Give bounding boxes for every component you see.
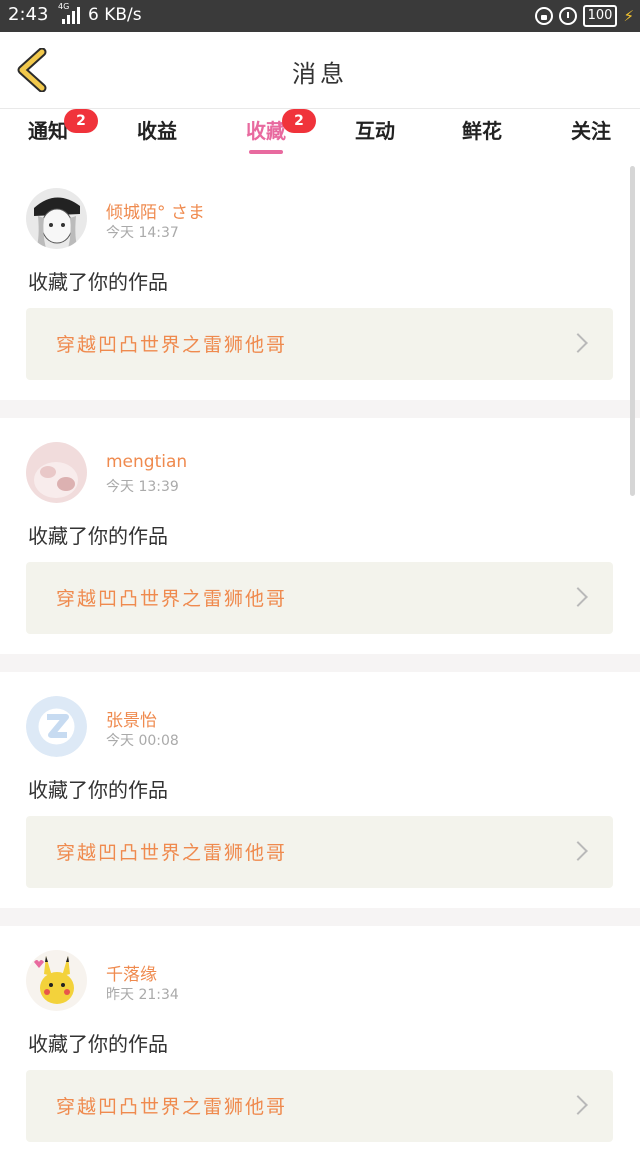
user-name[interactable]: mengtian — [106, 452, 187, 472]
user-name[interactable]: 千落缘 — [106, 960, 157, 985]
avatar[interactable] — [26, 188, 87, 249]
tab-label: 收益 — [137, 119, 177, 143]
action-text: 收藏了你的作品 — [28, 1032, 168, 1056]
signal-icon: 4G — [58, 2, 82, 28]
tab-notifications[interactable]: 通知 2 — [28, 109, 98, 144]
work-link[interactable]: 穿越凹凸世界之雷狮他哥 — [26, 562, 613, 634]
network-speed: 6 KB/s — [88, 5, 142, 25]
unread-badge: 2 — [64, 109, 98, 133]
user-name[interactable]: 张景怡 — [106, 706, 157, 731]
avatar[interactable] — [26, 950, 87, 1011]
alarm-icon — [558, 7, 577, 25]
timestamp: 今天 00:08 — [106, 733, 179, 749]
chevron-right-icon — [568, 1095, 588, 1115]
action-text: 收藏了你的作品 — [28, 524, 168, 548]
work-title: 穿越凹凸世界之雷狮他哥 — [56, 588, 288, 610]
active-tab-indicator — [249, 150, 283, 154]
avatar[interactable] — [26, 696, 87, 757]
app-header: 消息 — [0, 32, 640, 109]
timestamp: 昨天 21:34 — [106, 987, 179, 1003]
work-title: 穿越凹凸世界之雷狮他哥 — [56, 1096, 288, 1118]
avatar[interactable] — [26, 442, 87, 503]
timestamp: 今天 13:39 — [106, 479, 179, 495]
work-title: 穿越凹凸世界之雷狮他哥 — [56, 842, 288, 864]
action-text: 收藏了你的作品 — [28, 270, 168, 294]
tab-bar: 通知 2 收益 收藏 2 互动 鲜花 关注 — [0, 109, 640, 164]
tab-label: 关注 — [571, 119, 611, 143]
work-link[interactable]: 穿越凹凸世界之雷狮他哥 — [26, 1070, 613, 1142]
tab-follows[interactable]: 关注 — [571, 115, 611, 144]
list-item[interactable]: 千落缘 昨天 21:34 收藏了你的作品 穿越凹凸世界之雷狮他哥 — [0, 926, 640, 1162]
scrollbar[interactable] — [630, 166, 635, 496]
timestamp: 今天 14:37 — [106, 225, 179, 241]
chevron-right-icon — [568, 587, 588, 607]
tab-label: 通知 — [28, 119, 68, 143]
list-item[interactable]: mengtian 今天 13:39 收藏了你的作品 穿越凹凸世界之雷狮他哥 — [0, 418, 640, 654]
list-item[interactable]: 张景怡 今天 00:08 收藏了你的作品 穿越凹凸世界之雷狮他哥 — [0, 672, 640, 908]
page-title: 消息 — [292, 60, 348, 88]
divider — [0, 654, 640, 672]
tab-label: 收藏 — [246, 119, 286, 143]
tab-favorites[interactable]: 收藏 2 — [246, 109, 316, 144]
status-time: 2:43 — [8, 4, 49, 25]
tab-interactions[interactable]: 互动 — [355, 115, 395, 144]
chevron-right-icon — [568, 333, 588, 353]
divider — [0, 908, 640, 926]
battery-icon: 100 — [582, 5, 618, 27]
charging-icon: ⚡ — [623, 7, 634, 25]
tab-flowers[interactable]: 鲜花 — [462, 115, 502, 144]
network-type: 4G — [58, 2, 70, 11]
rotation-lock-icon — [534, 7, 553, 25]
user-name[interactable]: 倾城陌° さま — [106, 198, 205, 223]
status-bar: 2:43 4G 6 KB/s 100 ⚡ — [0, 0, 640, 32]
action-text: 收藏了你的作品 — [28, 778, 168, 802]
work-title: 穿越凹凸世界之雷狮他哥 — [56, 334, 288, 356]
tab-label: 鲜花 — [462, 119, 502, 143]
unread-badge: 2 — [282, 109, 316, 133]
work-link[interactable]: 穿越凹凸世界之雷狮他哥 — [26, 308, 613, 380]
list-item[interactable]: 倾城陌° さま 今天 14:37 收藏了你的作品 穿越凹凸世界之雷狮他哥 — [0, 164, 640, 400]
chevron-right-icon — [568, 841, 588, 861]
tab-label: 互动 — [355, 119, 395, 143]
tab-earnings[interactable]: 收益 — [137, 115, 177, 144]
divider — [0, 400, 640, 418]
work-link[interactable]: 穿越凹凸世界之雷狮他哥 — [26, 816, 613, 888]
